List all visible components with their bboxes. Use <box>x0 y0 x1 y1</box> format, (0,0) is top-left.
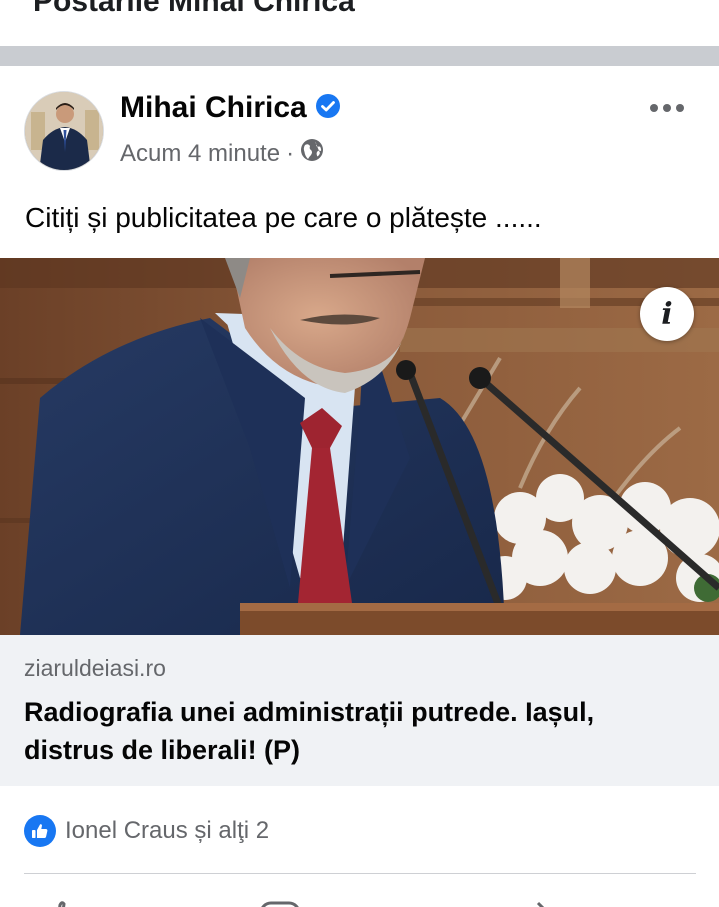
link-preview-box[interactable]: ziaruldeiasi.ro Radiografia unei adminis… <box>0 635 719 786</box>
more-dot <box>650 104 658 112</box>
post-timestamp[interactable]: Acum 4 minute <box>120 140 280 168</box>
link-domain: ziaruldeiasi.ro <box>24 655 166 681</box>
post-card: Mihai Chirica Acum 4 minute · Citiți și … <box>0 66 719 907</box>
link-preview-image[interactable] <box>0 258 719 635</box>
globe-icon <box>300 138 324 169</box>
comment-icon[interactable] <box>258 899 304 907</box>
feed-separator <box>0 46 719 66</box>
action-bar <box>0 886 719 907</box>
more-dot <box>676 104 684 112</box>
page-header: Postările Mihai Chirica <box>0 0 719 46</box>
meta-separator: · <box>286 139 295 167</box>
post-meta: Acum 4 minute · <box>120 138 324 169</box>
author-avatar[interactable] <box>24 91 104 171</box>
verified-check-icon <box>315 93 341 124</box>
more-options-icon[interactable] <box>645 96 689 120</box>
author-row: Mihai Chirica <box>120 91 341 125</box>
reactions-text: Ionel Craus și alţi 2 <box>65 817 270 844</box>
like-reaction-icon <box>24 815 56 847</box>
link-title: Radiografia unei administrații putrede. … <box>24 697 595 765</box>
like-icon[interactable] <box>48 899 108 907</box>
info-icon[interactable]: i <box>640 287 694 341</box>
actions-divider <box>24 873 696 874</box>
share-icon[interactable] <box>528 899 558 907</box>
page-title: Postările Mihai Chirica <box>33 0 355 18</box>
author-name[interactable]: Mihai Chirica <box>120 91 307 125</box>
reactions-summary[interactable]: Ionel Craus și alţi 2 <box>24 815 269 847</box>
more-dot <box>663 104 671 112</box>
post-text: Citiți și publicitatea pe care o plăteșt… <box>25 202 542 233</box>
